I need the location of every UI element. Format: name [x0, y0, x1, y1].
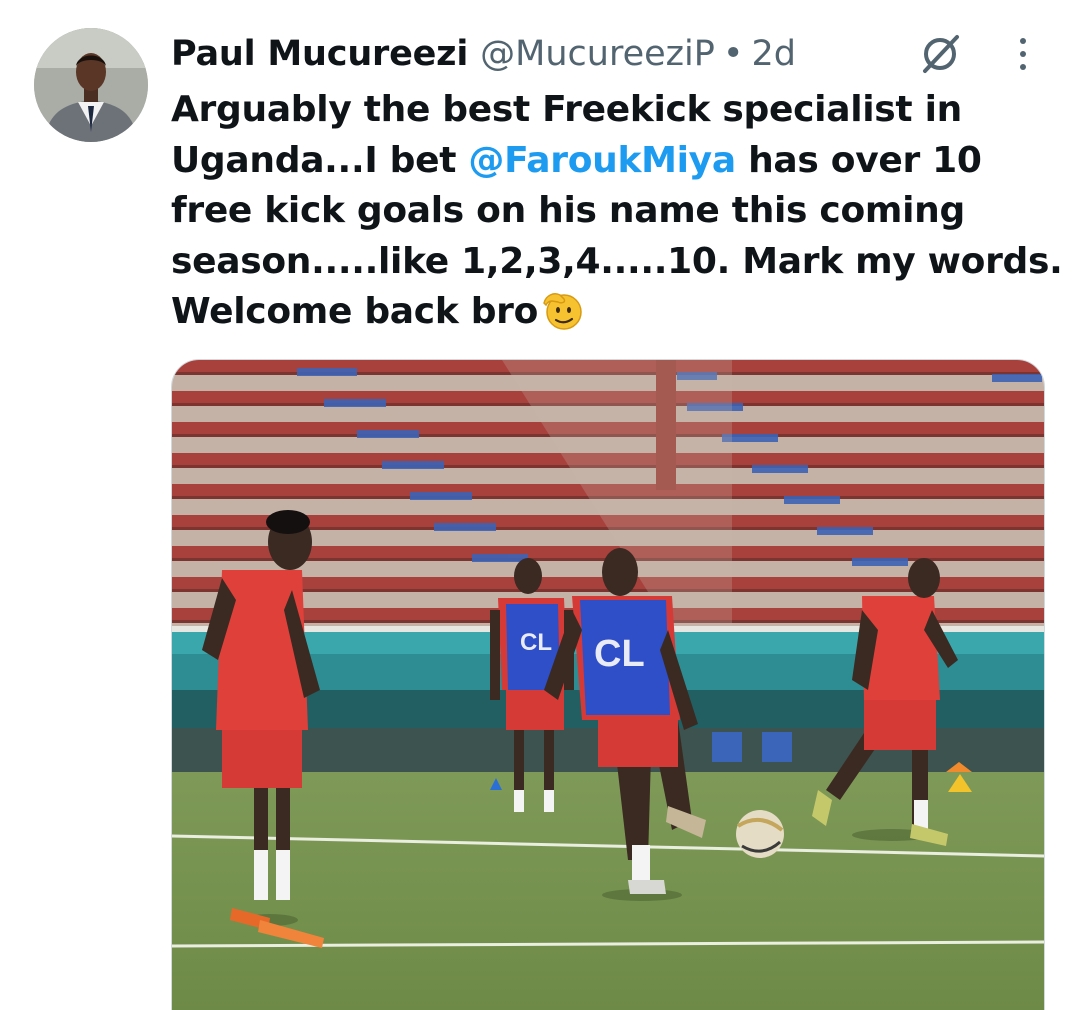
- tweet-text-line: free kick goals on his name this coming: [171, 190, 965, 231]
- more-dot: [1020, 51, 1026, 57]
- tweet-text-line: Uganda...I bet @FaroukMiya has over 10: [171, 136, 1051, 187]
- author-avatar[interactable]: [34, 28, 148, 142]
- grok-button[interactable]: [914, 30, 966, 78]
- tweet-text-line: Welcome back bro: [171, 287, 1051, 338]
- training-photo: CL CL: [172, 360, 1044, 1010]
- author-name[interactable]: Paul Mucureezi: [171, 34, 468, 74]
- tweet-text-segment: has over 10: [735, 139, 982, 181]
- tweet-timestamp[interactable]: 2d: [752, 34, 797, 74]
- avatar-image: [34, 28, 148, 142]
- bib-logo-large: CL: [594, 633, 645, 675]
- saluting-face-emoji: [543, 293, 582, 330]
- mention-link[interactable]: @FaroukMiya: [468, 140, 736, 181]
- tweet-text-segment: Uganda...I bet: [171, 139, 469, 181]
- more-options-button[interactable]: [1004, 30, 1042, 78]
- more-dots-icon: [1020, 38, 1026, 44]
- tweet-media-photo[interactable]: CL CL: [171, 359, 1045, 1010]
- separator-dot: •: [722, 34, 744, 74]
- tweet-text: Arguably the best Freekick specialist in…: [171, 85, 1063, 338]
- bib-logo-small: CL: [520, 629, 552, 656]
- tweet-header: Paul Mucureezi @MucureeziP • 2d: [171, 28, 971, 80]
- tweet-text-line: season.....like 1,2,3,4.....10. Mark my …: [171, 240, 1063, 282]
- grok-icon: [923, 35, 959, 73]
- tweet-text-segment: Welcome back bro: [171, 291, 539, 332]
- author-handle[interactable]: @MucureeziP: [480, 34, 715, 74]
- more-dot: [1020, 64, 1026, 70]
- tweet-text-line: Arguably the best Freekick specialist in: [171, 89, 962, 130]
